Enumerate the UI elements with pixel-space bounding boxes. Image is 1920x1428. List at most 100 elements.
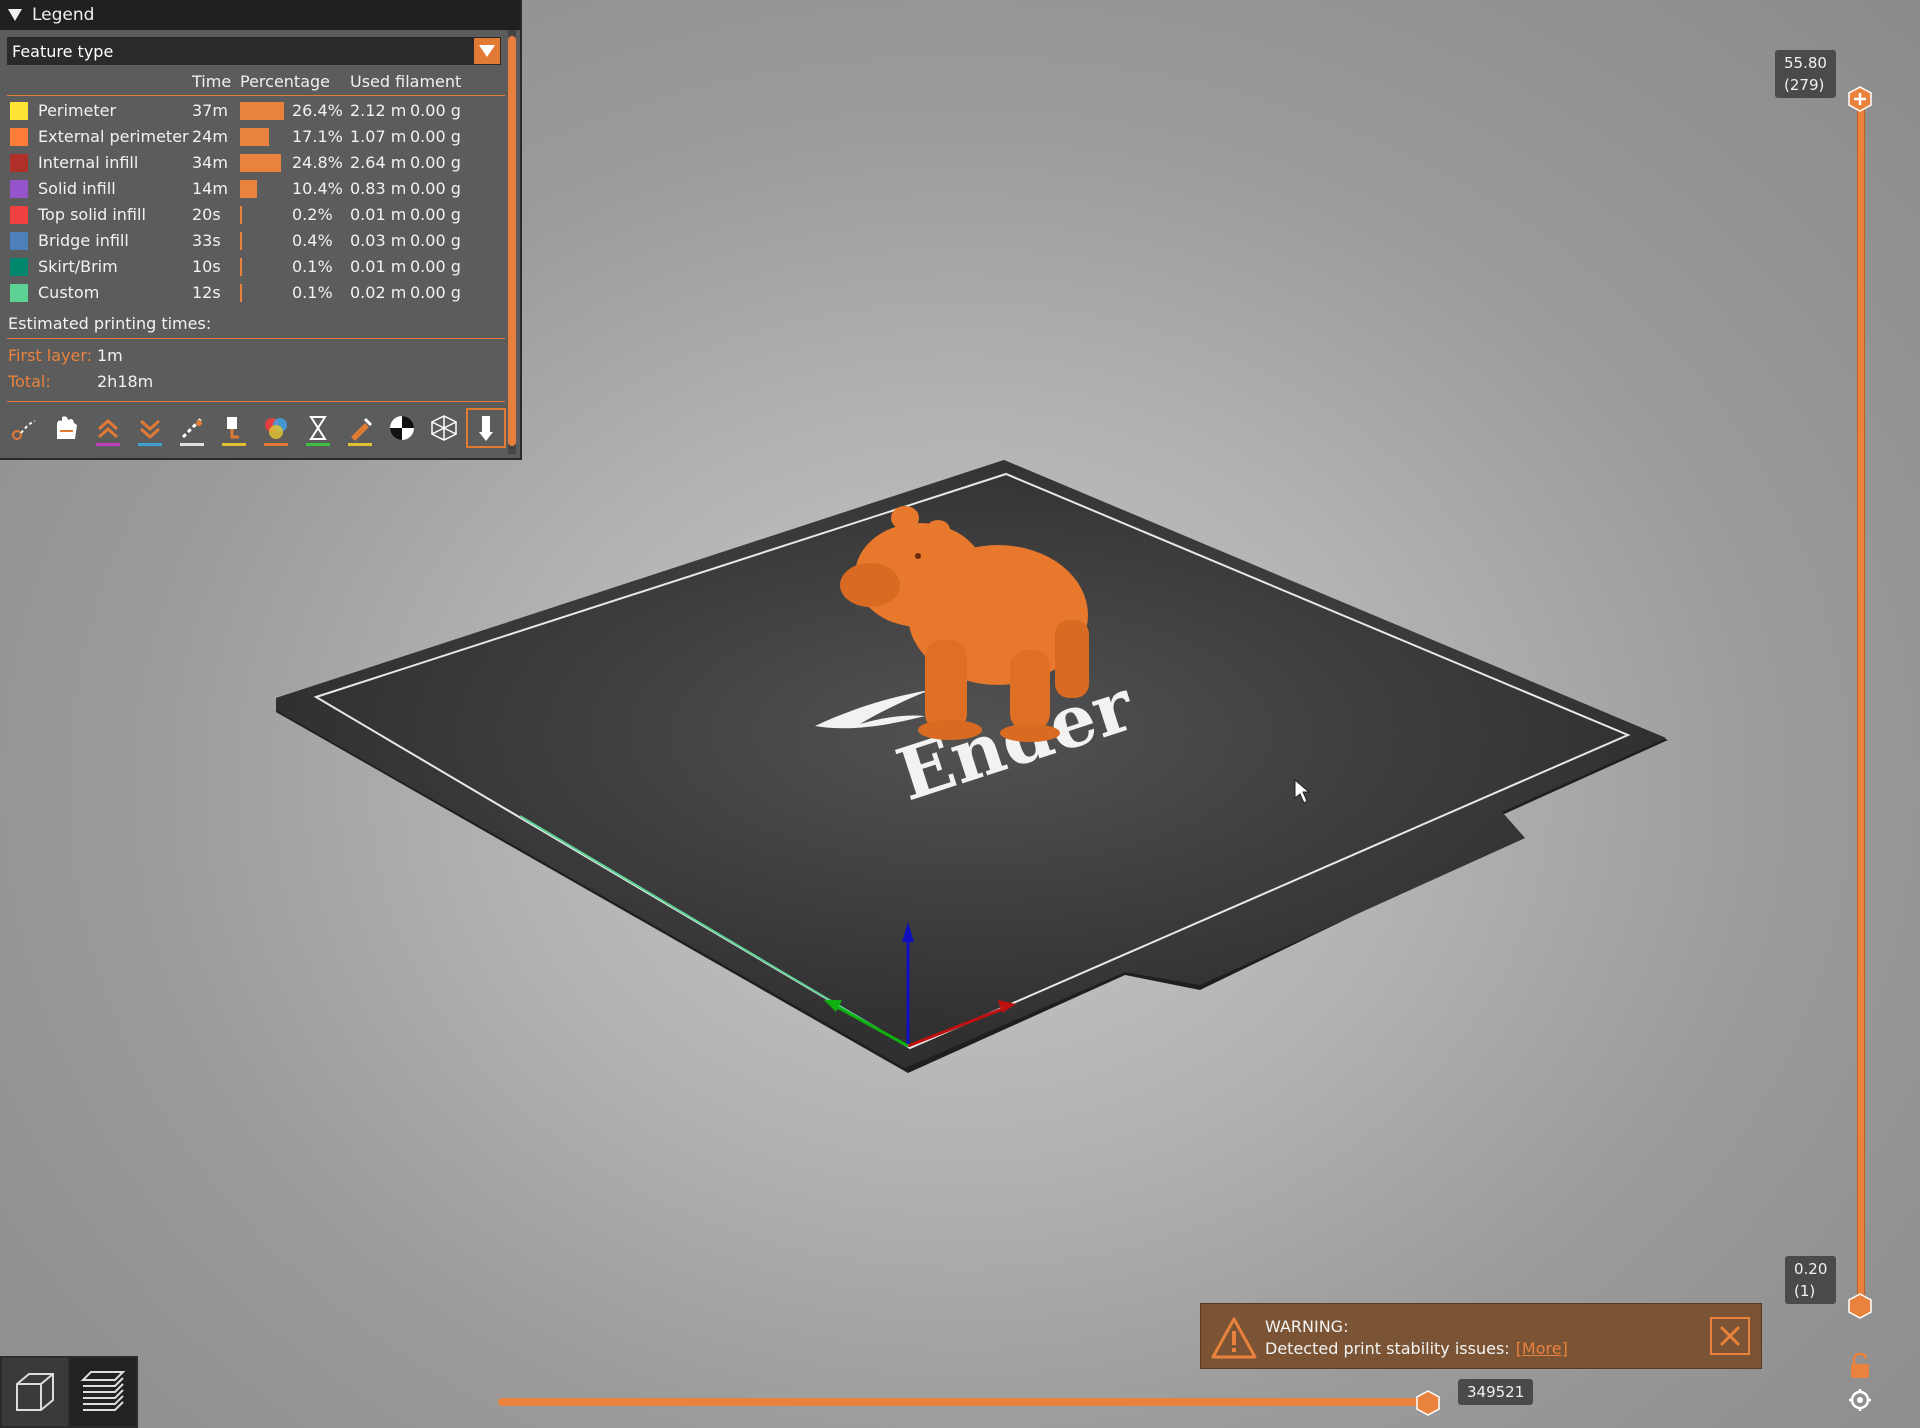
feature-weight: 0.00 g: [410, 179, 461, 198]
layer-bottom-height: 0.20: [1794, 1260, 1828, 1278]
color-swatch: [10, 154, 28, 172]
warning-notification: WARNING: Detected print stability issues…: [1200, 1303, 1762, 1369]
feature-row[interactable]: Solid infill 14m 10.4% 0.83 m 0.00 g: [0, 178, 510, 202]
color-swatch: [10, 180, 28, 198]
feature-row[interactable]: Skirt/Brim 10s 0.1% 0.01 m 0.00 g: [0, 256, 510, 280]
feature-length: 2.12 m: [350, 101, 407, 120]
feature-time: 33s: [192, 231, 221, 250]
layer-slider-top-thumb[interactable]: [1847, 86, 1873, 112]
move-slider-thumb[interactable]: [1415, 1390, 1441, 1416]
first-layer-value: 1m: [97, 346, 123, 365]
percentage-bar: [240, 258, 242, 276]
feature-row[interactable]: External perimeter 24m 17.1% 1.07 m 0.00 g: [0, 126, 510, 150]
feature-weight: 0.00 g: [410, 205, 461, 224]
col-header-time: Time: [192, 72, 232, 91]
shells-button[interactable]: [426, 410, 462, 446]
legend-panel: Legend Feature type Time Percentage Used…: [0, 0, 522, 460]
tool-changes-button[interactable]: [216, 410, 252, 446]
layer-top-number: (279): [1784, 76, 1825, 94]
layer-bottom-number: (1): [1794, 1282, 1816, 1300]
color-swatch: [10, 206, 28, 224]
wipe-icon: [57, 416, 77, 439]
travel-button[interactable]: [6, 410, 42, 446]
header-divider: [7, 95, 505, 96]
feature-length: 2.64 m: [350, 153, 407, 172]
percentage-bar: [240, 154, 282, 172]
feature-name: Bridge infill: [38, 231, 129, 250]
color-swatch: [10, 128, 28, 146]
pause-button[interactable]: [300, 410, 336, 446]
hourglass-icon: [309, 416, 327, 440]
percentage-bar: [240, 180, 258, 198]
feature-weight: 0.00 g: [410, 101, 461, 120]
color-swatch: [10, 102, 28, 120]
feature-percentage: 17.1%: [292, 127, 343, 146]
travel-underline: [12, 443, 36, 446]
feature-weight: 0.00 g: [410, 257, 461, 276]
wipe-button[interactable]: [48, 410, 84, 446]
layer-top-height: 55.80: [1784, 54, 1827, 72]
estimated-times-title: Estimated printing times:: [8, 314, 212, 333]
feature-name: Internal infill: [38, 153, 139, 172]
seams-button[interactable]: [174, 410, 210, 446]
lock-icon[interactable]: [1848, 1352, 1872, 1380]
warning-more-link[interactable]: [More]: [1516, 1339, 1568, 1358]
feature-name: Perimeter: [38, 101, 117, 120]
feature-time: 12s: [192, 283, 221, 302]
center-of-gravity-button[interactable]: [384, 410, 420, 446]
feature-row[interactable]: Internal infill 34m 24.8% 2.64 m 0.00 g: [0, 152, 510, 176]
feature-name: Top solid infill: [38, 205, 146, 224]
deretractions-icon: [140, 419, 160, 440]
combo-dropdown-button[interactable]: [474, 38, 500, 64]
preview-button[interactable]: [70, 1358, 136, 1426]
feature-name: External perimeter: [38, 127, 189, 146]
feature-row[interactable]: Custom 12s 0.1% 0.02 m 0.00 g: [0, 282, 510, 306]
feature-percentage: 26.4%: [292, 101, 343, 120]
feature-weight: 0.00 g: [410, 127, 461, 146]
feature-weight: 0.00 g: [410, 153, 461, 172]
col-header-used-filament: Used filament: [350, 72, 462, 91]
percentage-bar: [240, 128, 269, 146]
color-changes-button[interactable]: [258, 410, 294, 446]
legend-title: Legend: [32, 5, 95, 25]
feature-percentage: 0.1%: [292, 283, 333, 302]
3d-view-button[interactable]: [2, 1358, 68, 1426]
warning-close-button[interactable]: [1710, 1317, 1750, 1355]
custom-gcode-icon: [351, 417, 373, 441]
feature-length: 0.01 m: [350, 257, 407, 276]
shells-icon: [431, 415, 457, 441]
collapse-triangle-icon[interactable]: [8, 9, 22, 21]
warning-title: WARNING:: [1265, 1317, 1349, 1336]
layer-slider-bottom-thumb[interactable]: [1847, 1293, 1873, 1319]
feature-row[interactable]: Bridge infill 33s 0.4% 0.03 m 0.00 g: [0, 230, 510, 254]
gear-icon[interactable]: [1848, 1388, 1872, 1412]
custom-gcode-button[interactable]: [342, 410, 378, 446]
feature-time: 14m: [192, 179, 228, 198]
legend-toolbar: [6, 408, 506, 448]
layer-slider-track[interactable]: [1857, 98, 1865, 1308]
view-mode-switcher: [0, 1356, 138, 1428]
feature-row[interactable]: Top solid infill 20s 0.2% 0.01 m 0.00 g: [0, 204, 510, 228]
estimated-divider: [7, 338, 505, 339]
tool-marker-button[interactable]: [466, 408, 506, 448]
retractions-button[interactable]: [90, 410, 126, 446]
feature-name: Solid infill: [38, 179, 116, 198]
tool-changes-icon: [227, 417, 239, 439]
feature-row[interactable]: Perimeter 37m 26.4% 2.12 m 0.00 g: [0, 100, 510, 124]
tool-marker-icon: [479, 416, 493, 441]
toolbar-divider: [7, 401, 505, 402]
feature-name: Custom: [38, 283, 100, 302]
feature-length: 0.03 m: [350, 231, 407, 250]
view-type-value: Feature type: [12, 41, 114, 61]
deretractions-button[interactable]: [132, 410, 168, 446]
feature-percentage: 0.4%: [292, 231, 333, 250]
feature-length: 1.07 m: [350, 127, 407, 146]
warning-message: Detected print stability issues: [More]: [1265, 1339, 1568, 1358]
feature-percentage: 0.1%: [292, 257, 333, 276]
move-slider-track[interactable]: [498, 1398, 1428, 1406]
travel-icon: [12, 420, 36, 440]
percentage-bar: [240, 232, 242, 250]
close-icon: [1719, 1325, 1741, 1347]
legend-header[interactable]: Legend: [0, 0, 520, 30]
view-type-combo[interactable]: Feature type: [7, 37, 501, 65]
